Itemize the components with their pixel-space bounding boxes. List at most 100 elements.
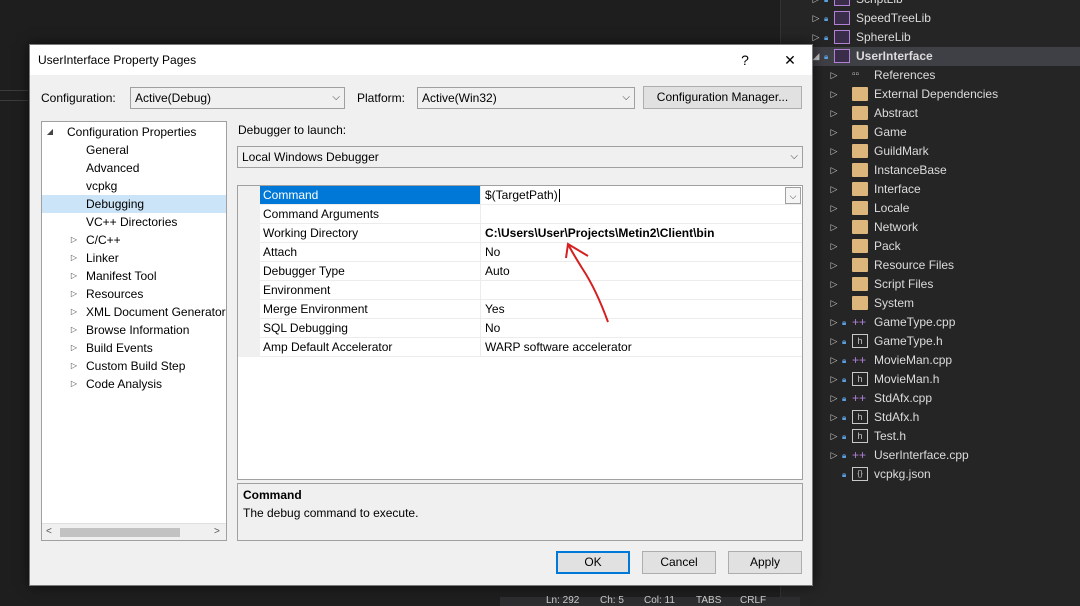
expand-arrow-icon[interactable]: ▷ (828, 66, 840, 85)
expand-arrow-icon[interactable]: ▷ (828, 199, 840, 218)
property-value[interactable]: No (481, 243, 802, 262)
solution-item[interactable]: ▷ Resource Files (828, 256, 1080, 275)
expand-arrow-icon[interactable]: ▷ (828, 142, 840, 161)
property-row-attach[interactable]: Attach No (238, 243, 802, 262)
solution-item[interactable]: ▷ Abstract (828, 104, 1080, 123)
tree-item-custom-build-step[interactable]: ▷ Custom Build Step (42, 357, 226, 375)
tree-item-linker[interactable]: ▷ Linker (42, 249, 226, 267)
solution-item[interactable]: ▷ 🔒︎ h GameType.h (828, 332, 1080, 351)
tree-horizontal-scrollbar[interactable]: < > (42, 523, 226, 540)
solution-item[interactable]: ▷ Game (828, 123, 1080, 142)
expand-arrow-icon[interactable]: ▷ (828, 351, 840, 370)
scroll-left-icon[interactable]: < (46, 526, 52, 537)
expand-arrow-icon[interactable]: ▷ (828, 123, 840, 142)
solution-item[interactable]: ▷ InstanceBase (828, 161, 1080, 180)
status-crlf[interactable]: CRLF (740, 595, 766, 606)
property-row-command-arguments[interactable]: Command Arguments (238, 205, 802, 224)
expanded-arrow-icon[interactable]: ◢ (45, 123, 55, 141)
help-button[interactable]: ? (733, 50, 757, 70)
property-name[interactable]: Attach (260, 243, 481, 262)
collapsed-arrow-icon[interactable]: ▷ (69, 267, 79, 285)
property-row-merge-environment[interactable]: Merge Environment Yes (238, 300, 802, 319)
expand-arrow-icon[interactable]: ▷ (828, 256, 840, 275)
property-value[interactable]: Auto (481, 262, 802, 281)
solution-item[interactable]: ▷ 🔒︎ ++ MovieMan.cpp (828, 351, 1080, 370)
property-name[interactable]: Working Directory (260, 224, 481, 243)
tree-item-vc-directories[interactable]: VC++ Directories (42, 213, 226, 231)
property-name[interactable]: Debugger Type (260, 262, 481, 281)
tree-item-xml-document-generator[interactable]: ▷ XML Document Generator (42, 303, 226, 321)
chevron-down-icon[interactable]: ⌵ (785, 187, 801, 204)
scroll-right-icon[interactable]: > (214, 526, 220, 537)
solution-item[interactable]: ▷ Pack (828, 237, 1080, 256)
dialog-titlebar[interactable]: UserInterface Property Pages ? ✕ (30, 45, 812, 75)
property-row-working-directory[interactable]: Working Directory C:\Users\User\Projects\… (238, 224, 802, 243)
property-name[interactable]: Environment (260, 281, 481, 300)
tree-item-build-events[interactable]: ▷ Build Events (42, 339, 226, 357)
apply-button[interactable]: Apply (728, 551, 802, 574)
solution-item[interactable]: 🔒︎ {} vcpkg.json (828, 465, 1080, 484)
solution-item[interactable]: ▷🔒︎ ScriptLib (810, 0, 1080, 9)
platform-select[interactable]: Active(Win32) ⌵ (417, 87, 635, 109)
property-row-sql-debugging[interactable]: SQL Debugging No (238, 319, 802, 338)
tree-item-c-c-[interactable]: ▷ C/C++ (42, 231, 226, 249)
solution-item[interactable]: ▷ 🔒︎ ++ UserInterface.cpp (828, 446, 1080, 465)
tree-item-advanced[interactable]: Advanced (42, 159, 226, 177)
solution-item[interactable]: ▷ Locale (828, 199, 1080, 218)
property-value[interactable]: WARP software accelerator (481, 338, 802, 357)
collapsed-arrow-icon[interactable]: ▷ (69, 231, 79, 249)
property-value[interactable]: Yes (481, 300, 802, 319)
tree-item-debugging[interactable]: Debugging (42, 195, 226, 213)
property-value[interactable] (481, 205, 802, 224)
debugger-select[interactable]: Local Windows Debugger ⌵ (237, 146, 803, 168)
expand-arrow-icon[interactable]: ▷ (828, 275, 840, 294)
solution-item[interactable]: ▷ 🔒︎ SphereLib (810, 28, 1080, 47)
property-value[interactable]: C:\Users\User\Projects\Metin2\Client\bin (481, 224, 802, 243)
property-name[interactable]: Command (260, 186, 481, 205)
solution-item[interactable]: ▷ 🔒︎ h StdAfx.h (828, 408, 1080, 427)
expand-arrow-icon[interactable]: ▷ (810, 0, 822, 9)
expand-arrow-icon[interactable]: ▷ (828, 313, 840, 332)
tree-item-browse-information[interactable]: ▷ Browse Information (42, 321, 226, 339)
collapsed-arrow-icon[interactable]: ▷ (69, 357, 79, 375)
solution-item[interactable]: ◢ 🔒︎ UserInterface (810, 47, 1080, 66)
expand-arrow-icon[interactable]: ▷ (828, 446, 840, 465)
expand-arrow-icon[interactable]: ▷ (828, 237, 840, 256)
collapsed-arrow-icon[interactable]: ▷ (69, 249, 79, 267)
solution-item[interactable]: ▷ ▫▫ References (828, 66, 1080, 85)
property-row-amp-default-accelerator[interactable]: Amp Default Accelerator WARP software acc… (238, 338, 802, 357)
expand-arrow-icon[interactable]: ▷ (828, 85, 840, 104)
ok-button[interactable]: OK (556, 551, 630, 574)
close-button[interactable]: ✕ (778, 50, 802, 70)
expand-arrow-icon[interactable]: ▷ (828, 427, 840, 446)
expand-arrow-icon[interactable]: ▷ (828, 332, 840, 351)
solution-item[interactable]: ▷ GuildMark (828, 142, 1080, 161)
expand-arrow-icon[interactable]: ▷ (828, 104, 840, 123)
property-value[interactable]: $(TargetPath) ⌵ (481, 186, 802, 205)
solution-item[interactable]: ▷ 🔒︎ ++ GameType.cpp (828, 313, 1080, 332)
property-name[interactable]: Merge Environment (260, 300, 481, 319)
property-row-environment[interactable]: Environment (238, 281, 802, 300)
solution-item[interactable]: ▷ 🔒︎ h Test.h (828, 427, 1080, 446)
configuration-tree[interactable]: ◢ Configuration Properties < > General Ad… (41, 121, 227, 541)
property-value[interactable] (481, 281, 802, 300)
property-grid[interactable]: Command $(TargetPath) ⌵ Command Arguments Wo… (237, 185, 803, 480)
expand-arrow-icon[interactable]: ▷ (828, 370, 840, 389)
scroll-thumb[interactable] (60, 528, 180, 537)
property-value[interactable]: No (481, 319, 802, 338)
collapsed-arrow-icon[interactable]: ▷ (69, 303, 79, 321)
solution-item[interactable]: ▷ Network (828, 218, 1080, 237)
tree-item-general[interactable]: General (42, 141, 226, 159)
expand-arrow-icon[interactable]: ▷ (828, 408, 840, 427)
tree-item-code-analysis[interactable]: ▷ Code Analysis (42, 375, 226, 393)
expand-arrow-icon[interactable]: ▷ (828, 389, 840, 408)
solution-item[interactable]: ▷ Interface (828, 180, 1080, 199)
property-name[interactable]: Command Arguments (260, 205, 481, 224)
solution-item[interactable]: ▷ 🔒︎ ++ StdAfx.cpp (828, 389, 1080, 408)
expand-arrow-icon[interactable]: ▷ (828, 161, 840, 180)
tree-item-manifest-tool[interactable]: ▷ Manifest Tool (42, 267, 226, 285)
property-name[interactable]: Amp Default Accelerator (260, 338, 481, 357)
status-tabs[interactable]: TABS (696, 595, 721, 606)
solution-item[interactable]: ▷ System (828, 294, 1080, 313)
collapsed-arrow-icon[interactable]: ▷ (69, 285, 79, 303)
